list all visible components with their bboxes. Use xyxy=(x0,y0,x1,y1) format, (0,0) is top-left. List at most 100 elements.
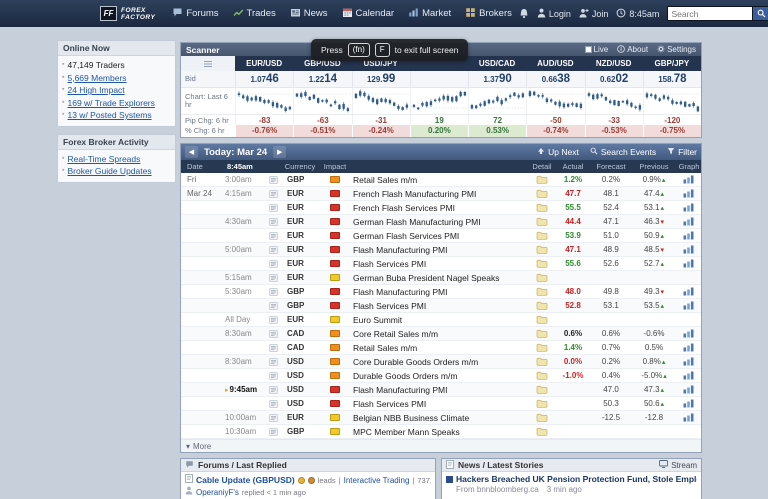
column-header-current-time[interactable]: 8:45am xyxy=(221,162,265,171)
event-expand-icon[interactable] xyxy=(265,246,281,254)
event-detail-folder-icon[interactable] xyxy=(529,287,555,296)
calendar-event-row[interactable]: All DayEUREuro Summit xyxy=(181,313,701,327)
previous-day-button[interactable]: ◀ xyxy=(185,146,198,158)
event-expand-icon[interactable] xyxy=(265,260,281,268)
event-expand-icon[interactable] xyxy=(265,204,281,212)
event-expand-icon[interactable] xyxy=(265,274,281,282)
calendar-event-row[interactable]: 8:30amUSDCore Durable Goods Orders m/m0.… xyxy=(181,355,701,369)
event-graph-icon[interactable] xyxy=(677,357,701,366)
mini-candle-chart[interactable] xyxy=(468,88,526,114)
calendar-event-row[interactable]: Fri3:00amGBPRetail Sales m/m1.2%0.2%0.9%… xyxy=(181,173,701,187)
event-expand-icon[interactable] xyxy=(265,400,281,408)
event-graph-icon[interactable] xyxy=(677,189,701,198)
event-name[interactable]: Flash Services PMI xyxy=(351,259,529,269)
event-expand-icon[interactable] xyxy=(265,386,281,394)
event-graph-icon[interactable] xyxy=(677,231,701,240)
scanner-pair-name[interactable]: USD/CAD xyxy=(468,56,526,71)
event-detail-folder-icon[interactable] xyxy=(529,189,555,198)
sidebar-item-broker-guide-updates[interactable]: ▪Broker Guide Updates xyxy=(62,165,171,178)
scanner-pair-name[interactable]: GBP/JPY xyxy=(643,56,701,71)
calendar-event-row[interactable]: 5:00amEURFlash Manufacturing PMI47.148.9… xyxy=(181,243,701,257)
event-graph-icon[interactable] xyxy=(677,217,701,226)
event-expand-icon[interactable] xyxy=(265,358,281,366)
clock[interactable]: 8:45am xyxy=(616,8,659,20)
event-detail-folder-icon[interactable] xyxy=(529,203,555,212)
event-expand-icon[interactable] xyxy=(265,372,281,380)
thread-starter[interactable]: leads xyxy=(318,475,336,486)
event-name[interactable]: Flash Manufacturing PMI xyxy=(351,245,529,255)
sidebar-item-high-impact[interactable]: ▪24 High Impact xyxy=(62,84,171,97)
join-button[interactable]: Join xyxy=(579,8,609,20)
event-graph-icon[interactable] xyxy=(677,287,701,296)
mini-candle-chart[interactable] xyxy=(235,88,293,114)
event-name[interactable]: Flash Manufacturing PMI xyxy=(351,287,529,297)
event-expand-icon[interactable] xyxy=(265,344,281,352)
event-name[interactable]: Flash Services PMI xyxy=(351,301,529,311)
calendar-event-row[interactable]: EURFrench Flash Services PMI55.552.453.1… xyxy=(181,201,701,215)
calendar-event-row[interactable]: EURGerman Flash Services PMI53.951.050.9… xyxy=(181,229,701,243)
search-events-button[interactable]: Search Events xyxy=(590,147,656,157)
event-detail-folder-icon[interactable] xyxy=(529,371,555,380)
notifications-bell-icon[interactable] xyxy=(519,8,529,19)
event-name[interactable]: Belgian NBB Business Climate xyxy=(351,413,529,423)
calendar-event-row[interactable]: GBPFlash Services PMI52.853.153.5▴ xyxy=(181,299,701,313)
event-expand-icon[interactable] xyxy=(265,428,281,436)
event-graph-icon[interactable] xyxy=(677,413,701,422)
reply-user-link[interactable]: OperaniyF's xyxy=(196,487,239,498)
settings-button[interactable]: Settings xyxy=(657,45,696,55)
event-name[interactable]: German Flash Services PMI xyxy=(351,231,529,241)
event-name[interactable]: MPC Member Mann Speaks xyxy=(351,427,529,437)
event-graph-icon[interactable] xyxy=(677,175,701,184)
event-detail-folder-icon[interactable] xyxy=(529,343,555,352)
event-expand-icon[interactable] xyxy=(265,218,281,226)
event-name[interactable]: French Flash Manufacturing PMI xyxy=(351,189,529,199)
nav-tab-market[interactable]: Market xyxy=(401,0,458,27)
event-graph-icon[interactable] xyxy=(677,245,701,254)
calendar-event-row[interactable]: 8:30amCADCore Retail Sales m/m0.6%0.6%-0… xyxy=(181,327,701,341)
grip-icon[interactable] xyxy=(181,56,235,71)
calendar-event-row[interactable]: 4:30amEURGerman Flash Manufacturing PMI4… xyxy=(181,215,701,229)
event-detail-folder-icon[interactable] xyxy=(529,217,555,226)
thread-forum-link[interactable]: Interactive Trading xyxy=(344,475,410,486)
filter-button[interactable]: Filter xyxy=(667,147,697,157)
event-detail-folder-icon[interactable] xyxy=(529,175,555,184)
nav-tab-calendar[interactable]: Calendar xyxy=(335,0,402,27)
event-detail-folder-icon[interactable] xyxy=(529,357,555,366)
scanner-pair-name[interactable]: NZD/USD xyxy=(585,56,643,71)
sidebar-item-members[interactable]: ▪5,669 Members xyxy=(62,72,171,85)
nav-tab-forums[interactable]: Forums xyxy=(165,0,225,27)
event-name[interactable]: German Flash Manufacturing PMI xyxy=(351,217,529,227)
thread-title-link[interactable]: Cable Update (GBPUSD) xyxy=(196,475,295,486)
live-toggle[interactable]: Live xyxy=(585,45,609,54)
event-name[interactable]: Durable Goods Orders m/m xyxy=(351,371,529,381)
event-detail-folder-icon[interactable] xyxy=(529,259,555,268)
search-button[interactable] xyxy=(753,6,768,21)
calendar-event-row[interactable]: 5:15amEURGerman Buba President Nagel Spe… xyxy=(181,271,701,285)
mini-candle-chart[interactable] xyxy=(293,88,351,114)
about-button[interactable]: About xyxy=(617,45,648,55)
event-expand-icon[interactable] xyxy=(265,232,281,240)
sidebar-item-posted-systems[interactable]: ▪13 w/ Posted Systems xyxy=(62,109,171,122)
event-expand-icon[interactable] xyxy=(265,302,281,310)
calendar-event-row[interactable]: CADRetail Sales m/m1.4%0.7%0.5% xyxy=(181,341,701,355)
event-name[interactable]: Flash Services PMI xyxy=(351,399,529,409)
scanner-pair-name[interactable]: AUD/USD xyxy=(526,56,584,71)
next-day-button[interactable]: ▶ xyxy=(273,146,286,158)
calendar-event-row[interactable]: Mar 244:15amEURFrench Flash Manufacturin… xyxy=(181,187,701,201)
event-detail-folder-icon[interactable] xyxy=(529,315,555,324)
calendar-event-row[interactable]: 10:00amEURBelgian NBB Business Climate-1… xyxy=(181,411,701,425)
nav-tab-trades[interactable]: Trades xyxy=(226,0,283,27)
event-detail-folder-icon[interactable] xyxy=(529,329,555,338)
stream-toggle[interactable]: Stream xyxy=(659,460,697,470)
event-name[interactable]: Core Durable Goods Orders m/m xyxy=(351,357,529,367)
nav-tab-news[interactable]: News xyxy=(283,0,335,27)
event-detail-folder-icon[interactable] xyxy=(529,427,555,436)
scanner-pair-name[interactable]: EUR/USD xyxy=(235,56,293,71)
event-detail-folder-icon[interactable] xyxy=(529,245,555,254)
event-expand-icon[interactable] xyxy=(265,330,281,338)
event-expand-icon[interactable] xyxy=(265,316,281,324)
mini-candle-chart[interactable] xyxy=(526,88,584,114)
event-graph-icon[interactable] xyxy=(677,203,701,212)
event-expand-icon[interactable] xyxy=(265,414,281,422)
news-headline[interactable]: Hackers Breached UK Pension Protection F… xyxy=(446,474,697,485)
